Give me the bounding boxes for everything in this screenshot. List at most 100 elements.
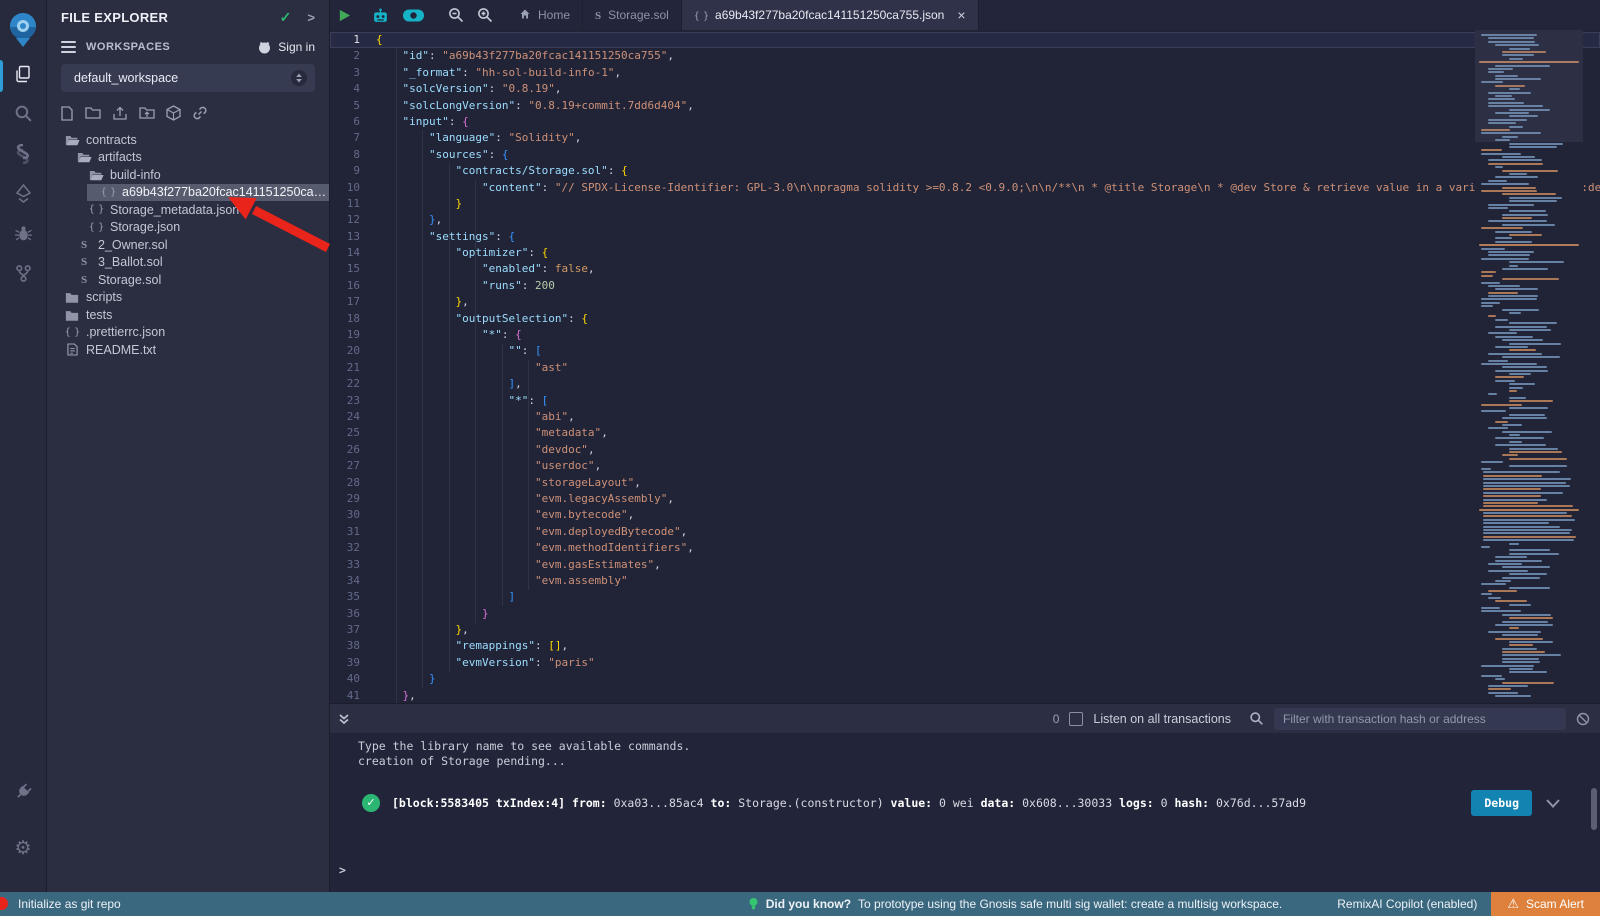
tab-a69b43f277ba20fcac141151250ca755-json[interactable]: { }a69b43f277ba20fcac141151250ca755.json… [682,0,979,30]
code-line: 5 "solcLongVersion": "0.8.19+commit.7dd6… [330,98,1600,114]
new-file-icon[interactable] [60,106,74,121]
tree-item-storage-sol[interactable]: SStorage.sol [47,271,329,289]
code-line: 4 "solcVersion": "0.8.19", [330,81,1600,97]
solidity-icon: S [75,256,93,268]
tree-item-readme-txt[interactable]: README.txt [47,341,329,359]
double-chevron-down-icon [338,713,350,725]
code-line: 32 "evm.methodIdentifiers", [330,540,1600,556]
json-icon: { } [87,204,105,215]
debug-button[interactable]: Debug [1471,790,1532,816]
sidebar-item-deploy-run[interactable] [0,176,47,216]
json-icon: { } [63,327,81,338]
tree-item-storage-json[interactable]: { }Storage.json [47,219,329,237]
tree-item-3-ballot-sol[interactable]: S3_Ballot.sol [47,254,329,272]
sidebar-item-git[interactable] [0,256,47,296]
icon-rail: ⚙ [0,0,47,892]
listen-all-label: Listen on all transactions [1093,712,1231,726]
copilot-status[interactable]: RemixAI Copilot (enabled) [1337,897,1477,911]
code-line: 9 "contracts/Storage.sol": { [330,163,1600,179]
code-line: 14 "optimizer": { [330,245,1600,261]
workspaces-menu-icon[interactable] [61,41,76,53]
code-line: 15 "enabled": false, [330,261,1600,277]
terminal-line: Type the library name to see available c… [358,739,1600,754]
transaction-filter-input[interactable] [1274,708,1566,730]
sidebar-item-file-explorer[interactable] [0,56,47,96]
tree-item-artifacts[interactable]: artifacts [47,149,329,167]
tab-home[interactable]: Home [507,0,583,30]
code-line: 2 "id": "a69b43f277ba20fcac141151250ca75… [330,48,1600,64]
code-line: 31 "evm.deployedBytecode", [330,524,1600,540]
workspaces-label: WORKSPACES [86,41,257,53]
code-line: 26 "devdoc", [330,442,1600,458]
scam-alert-button[interactable]: ⚠ Scam Alert [1491,892,1600,916]
run-script-button[interactable] [338,9,351,22]
link-icon[interactable] [192,105,208,121]
theme-toggle[interactable] [402,9,425,22]
deploy-run-icon [14,184,33,208]
code-line: 34 "evm.assembly" [330,573,1600,589]
search-icon [14,104,33,128]
sidebar-item-debugger[interactable] [0,216,47,256]
play-icon [338,9,351,22]
listen-all-checkbox[interactable] [1069,712,1083,726]
code-line: 8 "sources": { [330,147,1600,163]
minimap-slider[interactable] [1475,30,1583,142]
chevron-right-icon[interactable]: > [307,10,315,25]
tree-item-storage-metadata-json[interactable]: { }Storage_metadata.json [47,201,329,219]
code-line: 19 "*": { [330,327,1600,343]
terminal-collapse-button[interactable] [338,713,350,725]
terminal-prompt[interactable]: > [339,863,346,878]
code-line: 35 ] [330,589,1600,605]
solidity-icon: S [75,239,93,251]
ipfs-cube-icon[interactable] [166,105,181,121]
status-bar: Initialize as git repo Did you know? To … [0,892,1600,916]
solidity-icon: S [595,8,601,22]
sidebar-item-search[interactable] [0,96,47,136]
upload-folder-icon[interactable] [139,106,155,120]
zoom-out-button[interactable] [448,7,464,23]
tab-storage-sol[interactable]: SStorage.sol [583,0,682,30]
clear-console-icon[interactable] [1576,712,1590,726]
sidebar-item-settings[interactable]: ⚙ [0,828,47,868]
terminal-scrollbar[interactable] [1591,788,1597,830]
tree-item-contracts[interactable]: contracts [47,131,329,149]
code-line: 39 "evmVersion": "paris" [330,655,1600,671]
sign-in-button[interactable]: Sign in [257,40,315,54]
tree-item-build-info[interactable]: build-info [47,166,329,184]
sidebar-item-plugin-manager[interactable] [0,774,47,814]
remix-logo[interactable] [0,4,47,56]
terminal[interactable]: Type the library name to see available c… [330,733,1600,892]
tree-item-a69b43f277ba20fcac141151250ca7-[interactable]: { }a69b43f277ba20fcac141151250ca7... [87,184,329,202]
code-editor[interactable]: 1{2 "id": "a69b43f277ba20fcac141151250ca… [330,30,1600,703]
folder-icon [63,309,81,321]
tree-item-tests[interactable]: tests [47,306,329,324]
code-line: 38 "remappings": [], [330,638,1600,654]
code-line: 3 "_format": "hh-sol-build-info-1", [330,65,1600,81]
git-init-button[interactable]: Initialize as git repo [0,897,121,911]
json-icon: { } [99,187,117,198]
tree-item-scripts[interactable]: scripts [47,289,329,307]
zoom-in-button[interactable] [477,7,493,23]
tree-item-2-owner-sol[interactable]: S2_Owner.sol [47,236,329,254]
code-line: 1{ [330,32,1600,48]
bug-icon [14,225,33,247]
file-icon [63,343,81,356]
workspace-select[interactable]: default_workspace [61,64,315,92]
code-line: 20 "": [ [330,343,1600,359]
expand-transaction-icon[interactable] [1546,799,1560,808]
folder-open-icon [63,134,81,146]
remix-ide-window: ⚙ FILE EXPLORER ✓ > WORKSPACES Sign in [0,0,1600,916]
transaction-row[interactable]: ✓ [block:5583405 txIndex:4] from: 0xa03.… [362,790,1560,816]
close-tab-icon[interactable]: × [957,7,965,23]
sidebar-item-solidity-compiler[interactable] [0,136,47,176]
new-folder-icon[interactable] [85,106,101,120]
tree-item--prettierrc-json[interactable]: { }.prettierrc.json [47,324,329,342]
code-line: 13 "settings": { [330,229,1600,245]
toggle-icon [402,9,425,22]
code-line: 37 }, [330,622,1600,638]
remixai-assistant-button[interactable] [372,8,389,23]
code-line: 24 "abi", [330,409,1600,425]
panel-title: FILE EXPLORER [61,10,280,25]
minimap[interactable] [1475,30,1583,703]
upload-file-icon[interactable] [112,106,128,121]
